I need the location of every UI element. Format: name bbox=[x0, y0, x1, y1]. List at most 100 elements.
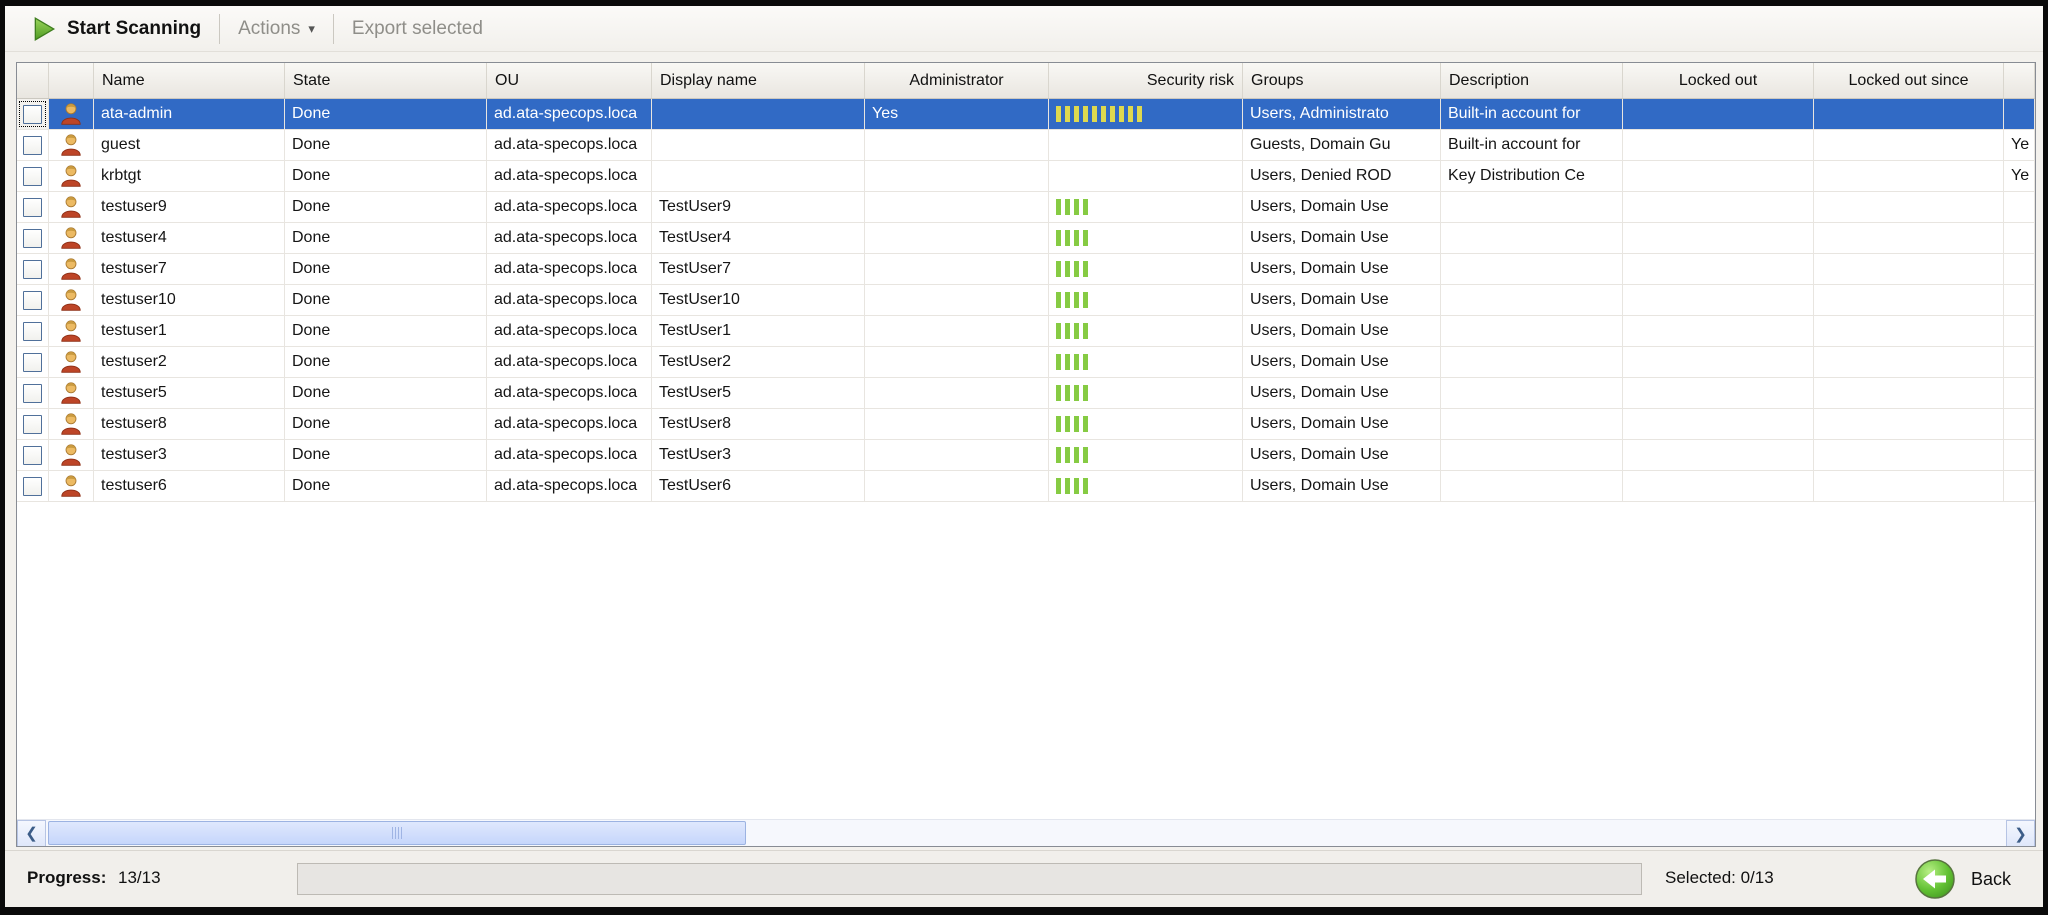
table-row[interactable]: ata-admin Done ad.ata-specops.loca Yes Users… bbox=[17, 99, 2035, 130]
row-checkbox[interactable] bbox=[23, 383, 42, 403]
locked-out-since-cell bbox=[1814, 161, 2004, 192]
row-checkbox[interactable] bbox=[23, 197, 42, 217]
column-header-locked-out-since[interactable]: Locked out since bbox=[1814, 63, 2004, 98]
table-row[interactable]: testuser5 Done ad.ata-specops.loca TestUser… bbox=[17, 378, 2035, 409]
display-name-cell bbox=[652, 99, 865, 130]
risk-bar bbox=[1074, 230, 1079, 246]
security-risk-cell bbox=[1049, 316, 1243, 347]
name-cell: testuser10 bbox=[94, 285, 285, 316]
state-cell: Done bbox=[285, 130, 487, 161]
app-surface: Start Scanning Actions ▾ Export selected… bbox=[5, 6, 2043, 907]
name-cell: testuser7 bbox=[94, 254, 285, 285]
table-row[interactable]: testuser9 Done ad.ata-specops.loca TestUser… bbox=[17, 192, 2035, 223]
user-icon bbox=[61, 258, 81, 280]
administrator-cell bbox=[865, 440, 1049, 471]
risk-bar bbox=[1065, 354, 1070, 370]
user-icon-cell bbox=[49, 99, 94, 130]
administrator-cell bbox=[865, 130, 1049, 161]
risk-bar bbox=[1056, 447, 1061, 463]
display-name-cell bbox=[652, 161, 865, 192]
column-header-state[interactable]: State bbox=[285, 63, 487, 98]
locked-out-cell bbox=[1623, 440, 1814, 471]
table-row[interactable]: guest Done ad.ata-specops.loca Guests, Doma… bbox=[17, 130, 2035, 161]
row-checkbox[interactable] bbox=[23, 352, 42, 372]
name-cell: ata-admin bbox=[94, 99, 285, 130]
row-checkbox-cell bbox=[17, 347, 49, 378]
locked-out-cell bbox=[1623, 378, 1814, 409]
locked-out-cell bbox=[1623, 409, 1814, 440]
column-header-name[interactable]: Name bbox=[94, 63, 285, 98]
table-row[interactable]: testuser7 Done ad.ata-specops.loca TestUser… bbox=[17, 254, 2035, 285]
app-window: Start Scanning Actions ▾ Export selected… bbox=[0, 0, 2048, 915]
start-scanning-button[interactable]: Start Scanning bbox=[19, 12, 213, 46]
extra-cell bbox=[2004, 316, 2035, 347]
column-header-locked-out[interactable]: Locked out bbox=[1623, 63, 1814, 98]
row-checkbox[interactable] bbox=[23, 321, 42, 341]
table-row[interactable]: testuser2 Done ad.ata-specops.loca TestUser… bbox=[17, 347, 2035, 378]
progress-bar bbox=[297, 863, 1642, 895]
risk-bar bbox=[1110, 106, 1115, 122]
state-cell: Done bbox=[285, 192, 487, 223]
security-risk-cell bbox=[1049, 440, 1243, 471]
description-cell bbox=[1441, 347, 1623, 378]
table-row[interactable]: testuser3 Done ad.ata-specops.loca TestUser… bbox=[17, 440, 2035, 471]
groups-cell: Users, Domain Use bbox=[1243, 223, 1441, 254]
scroll-left-button[interactable]: ❮ bbox=[17, 819, 46, 846]
administrator-cell bbox=[865, 223, 1049, 254]
row-checkbox[interactable] bbox=[23, 259, 42, 279]
column-header-ou[interactable]: OU bbox=[487, 63, 652, 98]
display-name-cell bbox=[652, 130, 865, 161]
table-row[interactable]: krbtgt Done ad.ata-specops.loca Users, Deni… bbox=[17, 161, 2035, 192]
table-row[interactable]: testuser6 Done ad.ata-specops.loca TestUser… bbox=[17, 471, 2035, 502]
row-checkbox[interactable] bbox=[23, 414, 42, 434]
scrollbar-thumb[interactable] bbox=[48, 821, 746, 845]
back-arrow-icon bbox=[1913, 857, 1957, 901]
horizontal-scrollbar[interactable]: ❮ ❯ bbox=[17, 819, 2035, 846]
table-row[interactable]: testuser8 Done ad.ata-specops.loca TestUser… bbox=[17, 409, 2035, 440]
column-header-description[interactable]: Description bbox=[1441, 63, 1623, 98]
column-header-administrator[interactable]: Administrator bbox=[865, 63, 1049, 98]
ou-cell: ad.ata-specops.loca bbox=[487, 130, 652, 161]
extra-cell bbox=[2004, 409, 2035, 440]
name-cell: testuser5 bbox=[94, 378, 285, 409]
user-icon-cell bbox=[49, 316, 94, 347]
row-checkbox[interactable] bbox=[23, 290, 42, 310]
locked-out-cell bbox=[1623, 99, 1814, 130]
column-header-icon[interactable] bbox=[49, 63, 94, 98]
row-checkbox[interactable] bbox=[23, 445, 42, 465]
row-checkbox[interactable] bbox=[23, 228, 42, 248]
risk-bar bbox=[1065, 292, 1070, 308]
risk-bar bbox=[1074, 478, 1079, 494]
security-risk-cell bbox=[1049, 99, 1243, 130]
actions-menu-button[interactable]: Actions ▾ bbox=[226, 12, 327, 46]
user-icon bbox=[61, 165, 81, 187]
name-cell: testuser1 bbox=[94, 316, 285, 347]
table-row[interactable]: testuser10 Done ad.ata-specops.loca TestUse… bbox=[17, 285, 2035, 316]
groups-cell: Users, Domain Use bbox=[1243, 378, 1441, 409]
scroll-right-button[interactable]: ❯ bbox=[2006, 820, 2035, 846]
column-header-display-name[interactable]: Display name bbox=[652, 63, 865, 98]
back-button[interactable]: Back bbox=[1913, 857, 2011, 901]
column-header-security-risk[interactable]: Security risk bbox=[1049, 63, 1243, 98]
extra-cell bbox=[2004, 471, 2035, 502]
risk-bar bbox=[1065, 416, 1070, 432]
column-header-groups[interactable]: Groups bbox=[1243, 63, 1441, 98]
user-icon bbox=[61, 320, 81, 342]
risk-bar bbox=[1056, 323, 1061, 339]
row-checkbox[interactable] bbox=[23, 476, 42, 496]
row-checkbox[interactable] bbox=[23, 166, 42, 186]
row-checkbox[interactable] bbox=[23, 135, 42, 155]
state-cell: Done bbox=[285, 254, 487, 285]
column-header-checkbox[interactable] bbox=[17, 63, 49, 98]
export-selected-button[interactable]: Export selected bbox=[340, 12, 495, 46]
administrator-cell bbox=[865, 285, 1049, 316]
column-header-extra[interactable] bbox=[2004, 63, 2035, 98]
user-icon-cell bbox=[49, 471, 94, 502]
user-icon bbox=[61, 475, 81, 497]
risk-bar bbox=[1074, 385, 1079, 401]
risk-bar bbox=[1092, 106, 1097, 122]
table-row[interactable]: testuser1 Done ad.ata-specops.loca TestUser… bbox=[17, 316, 2035, 347]
locked-out-since-cell bbox=[1814, 440, 2004, 471]
security-risk-cell bbox=[1049, 471, 1243, 502]
table-row[interactable]: testuser4 Done ad.ata-specops.loca TestUser… bbox=[17, 223, 2035, 254]
